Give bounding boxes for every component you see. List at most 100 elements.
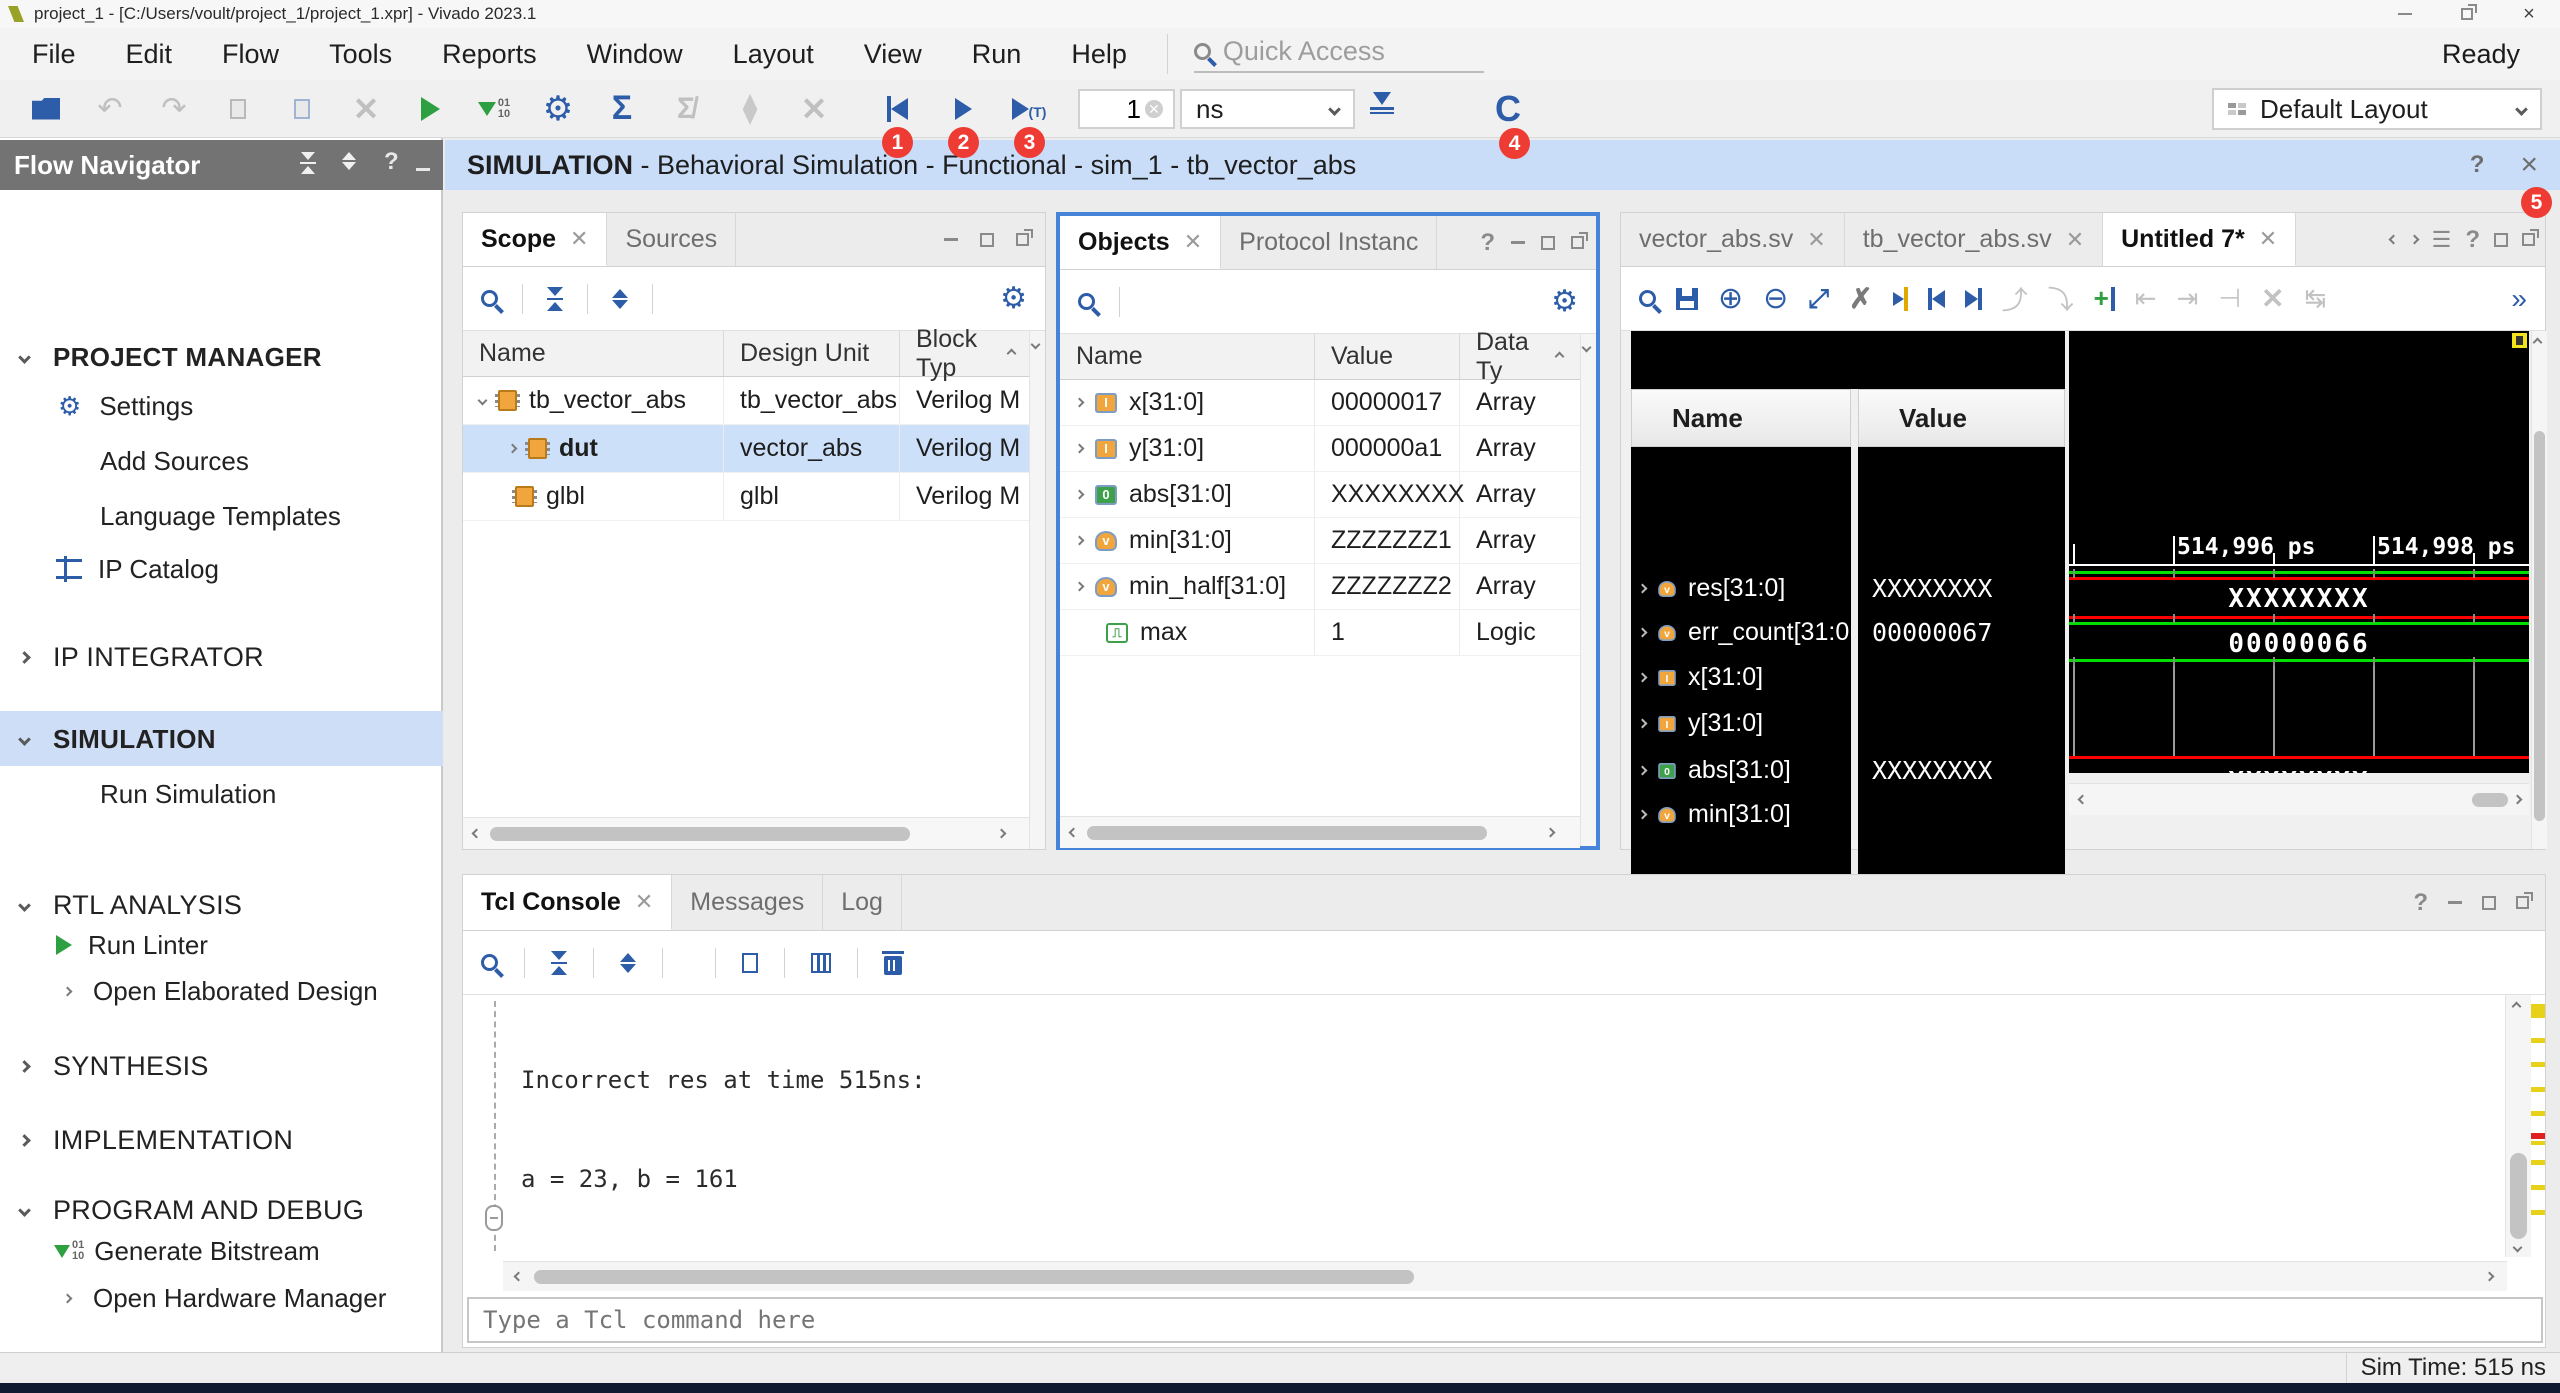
open-file-button[interactable] [24,98,68,120]
sidebar-item-rtl-analysis[interactable]: RTL ANALYSIS [0,884,443,926]
sidebar-item-implementation[interactable]: IMPLEMENTATION [0,1119,443,1161]
help-icon[interactable]: ? [2470,151,2485,179]
tab-objects[interactable]: Objects✕ [1060,216,1221,269]
remove-cursor-icon[interactable]: ✗ [1849,282,1872,315]
copy-icon[interactable] [742,953,758,973]
tab-protocol-instances[interactable]: Protocol Instanc [1221,216,1437,269]
run-flow-button[interactable] [408,97,452,121]
sidebar-item-simulation[interactable]: SIMULATION [0,718,443,760]
wave-signal-name[interactable]: vres[31:0] [1639,574,1785,603]
tab-untitled-7[interactable]: Untitled 7*✕ [2103,213,2296,266]
object-row[interactable]: Iy[31:0] 000000a1 Array [1060,426,1580,472]
close-icon[interactable]: × [2520,148,2538,182]
expand-icon[interactable] [1075,444,1085,454]
swap-up-icon[interactable]: ⤴ [2002,280,2028,317]
next-marker-icon[interactable]: ⇥ [2177,283,2199,314]
zoom-out-icon[interactable]: ⊖ [1763,281,1788,316]
menu-layout[interactable]: Layout [733,39,814,70]
tcl-command-input[interactable] [483,1306,2541,1334]
wave-value-header[interactable]: Value [1858,389,2065,447]
menu-file[interactable]: File [32,39,76,70]
layout-selector[interactable]: Default Layout [2212,88,2542,130]
delete-button[interactable]: ✕ [792,90,836,128]
sidebar-item-settings[interactable]: ⚙Settings [0,386,443,426]
wave-vscrollbar[interactable] [2531,331,2547,849]
close-icon[interactable]: ✕ [1807,227,1825,253]
wave-signal-name[interactable]: Ix[31:0] [1639,663,1763,692]
wave-signal-name[interactable]: vmin[31:0] [1639,800,1791,829]
help-icon[interactable]: ? [2413,889,2428,917]
menu-reports[interactable]: Reports [442,39,537,70]
collapse-all-icon[interactable] [551,951,567,975]
gear-icon[interactable]: ⚙ [1551,287,1578,317]
scroll-up-icon[interactable] [1007,349,1017,359]
sidebar-item-ip-catalog[interactable]: IP Catalog [0,549,443,589]
sidebar-item-open-hardware-manager[interactable]: Open Hardware Manager [0,1278,443,1318]
settings-gear-button[interactable]: ⚙ [536,92,580,126]
scope-vscrollbar[interactable] [1029,331,1045,849]
expand-all-icon[interactable] [342,152,356,170]
table-row[interactable]: glbl glbl Verilog M [463,473,1031,521]
expand-icon[interactable] [1075,582,1085,592]
wave-name-header[interactable]: Name [1631,389,1851,447]
fit-width-icon[interactable]: ↹ [2305,283,2327,314]
run-for-time-button[interactable]: (T) [1007,98,1051,120]
object-row[interactable]: 0abs[31:0] XXXXXXXX Array [1060,472,1580,518]
menu-edit[interactable]: Edit [126,39,173,70]
close-icon[interactable]: ✕ [2259,226,2277,252]
object-row[interactable]: ⎍max 1 Logic [1060,610,1580,656]
time-unit-select[interactable]: ns [1180,89,1355,129]
quick-access-search[interactable]: Quick Access [1194,36,1484,73]
tab-tb-vector-abs-sv[interactable]: tb_vector_abs.sv✕ [1845,213,2103,266]
previous-transition-icon[interactable] [1928,288,1945,310]
menu-window[interactable]: Window [587,39,683,70]
float-panel-icon[interactable] [2516,896,2529,909]
help-icon[interactable]: ? [1480,229,1495,257]
menu-run[interactable]: Run [972,39,1022,70]
wave-signal-name[interactable]: verr_count[31:0 [1639,618,1849,647]
menu-tools[interactable]: Tools [329,39,392,70]
maximize-panel-icon[interactable] [2482,896,2496,910]
minimize-panel-icon[interactable] [1511,241,1525,244]
copy-button[interactable] [216,99,260,119]
expand-all-icon[interactable] [620,953,636,973]
scope-hscrollbar[interactable] [463,817,1031,849]
close-icon[interactable]: ✕ [2066,227,2084,253]
tab-tcl-console[interactable]: Tcl Console✕ [463,875,672,930]
menu-flow[interactable]: Flow [222,39,279,70]
redo-button[interactable]: ↷ [152,91,196,126]
scroll-up-icon[interactable] [1555,352,1565,362]
link-button[interactable]: ⧫ [728,91,772,126]
swap-down-icon[interactable]: ⤵ [2048,280,2074,317]
float-panel-icon[interactable] [1016,233,1029,246]
wave-signal-name[interactable]: 0abs[31:0] [1639,756,1791,785]
tab-scroll-right-icon[interactable] [2409,235,2419,245]
tab-messages[interactable]: Messages [672,875,823,930]
gear-icon[interactable]: ⚙ [1000,284,1027,314]
zoom-in-icon[interactable]: ⊕ [1718,281,1743,316]
float-panel-icon[interactable] [2522,233,2535,246]
expand-all-icon[interactable] [612,289,628,309]
expand-icon[interactable] [478,396,488,406]
object-row[interactable]: vmin_half[31:0] ZZZZZZZ2 Array [1060,564,1580,610]
expand-icon[interactable] [1075,490,1085,500]
maximize-panel-icon[interactable] [1541,236,1555,250]
objects-vscrollbar[interactable] [1580,334,1596,846]
cut-button[interactable]: ✕ [344,90,388,128]
delete-marker-icon[interactable]: ⊣ [2218,283,2241,314]
save-icon[interactable] [1676,288,1698,310]
sidebar-item-add-sources[interactable]: Add Sources [0,441,443,481]
help-icon[interactable]: ? [2465,226,2480,254]
report-sum-button[interactable]: Σ [600,89,644,128]
table-row[interactable]: tb_vector_abs tb_vector_abs Verilog M [463,377,1031,425]
close-icon[interactable]: ✕ [570,226,588,252]
collapse-all-icon[interactable] [547,287,563,311]
sidebar-item-run-linter[interactable]: Run Linter [0,925,443,965]
window-restore-button[interactable] [2436,8,2498,20]
run-all-button[interactable] [941,98,985,120]
sidebar-item-generate-bitstream[interactable]: 0110Generate Bitstream [0,1231,443,1271]
generate-bitstream-toolbar-icon[interactable]: 0110 [472,98,516,120]
sidebar-item-language-templates[interactable]: Language Templates [0,496,443,536]
console-hscrollbar[interactable] [503,1261,2507,1291]
run-time-field[interactable]: ✕ [1078,89,1175,129]
